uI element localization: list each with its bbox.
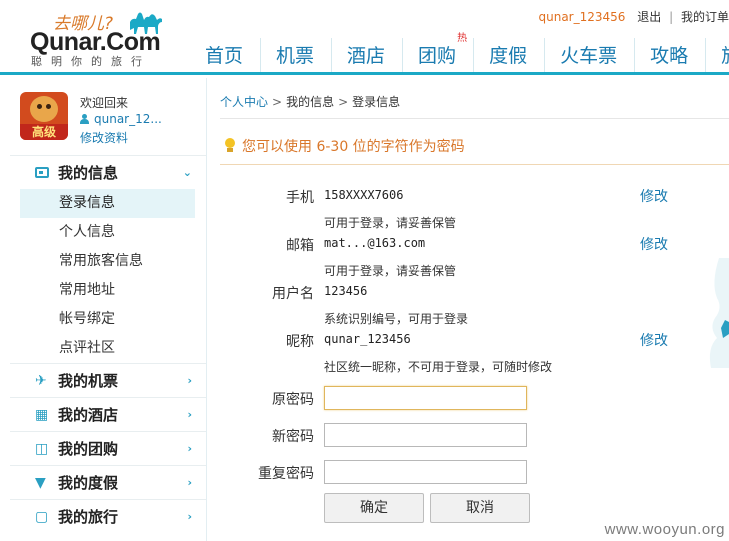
phone-note: 可用于登录，请妥善保管 [324,216,457,230]
username-value: 123456 [324,284,368,298]
main-content: 个人中心 > 我的信息 > 登录信息 您可以使用 6-30 位的字符作为密码 手机 15… [220,78,729,541]
nav-group-buy-label: 团购 [418,45,457,67]
old-password-label: 原密码 [272,392,314,408]
menu-my-group-buy[interactable]: ◫ 我的团购 › [10,431,206,465]
sidebar-username[interactable]: qunar_12... [80,112,162,126]
sidebar-username-label: qunar_12... [94,112,162,126]
page: { "header": { "logo_slogan": "去哪儿?", "lo… [0,0,729,541]
chevron-right-icon: › [187,476,192,489]
cancel-button[interactable]: 取消 [430,493,530,523]
menu-my-vacation[interactable]: ▼ 我的度假 › [10,465,206,499]
sidebar-item-account-binding[interactable]: 帐号绑定 [10,305,206,334]
nav-divider [0,72,729,75]
old-password-input[interactable] [324,386,527,410]
user-links: qunar_123456 退出 | 我的订单 [539,8,729,25]
lightbulb-icon [224,138,236,153]
breadcrumb-personal-center[interactable]: 个人中心 [220,95,268,109]
main-nav: 首页 机票 酒店 团购热 度假 火车票 攻略 旅 [190,33,729,74]
sidebar-item-reviews[interactable]: 点评社区 [10,334,206,363]
sidebar: 高级 欢迎回来 qunar_12... 修改资料 我的信息 ⌄ 登录信息 个人信… [10,78,207,541]
sidebar-item-login-info[interactable]: 登录信息 [20,189,195,218]
id-card-icon [35,167,49,178]
chevron-down-icon: ⌄ [182,166,192,179]
menu-my-trips-label: 我的旅行 [58,508,119,526]
email-value: mat...@163.com [324,236,426,250]
new-password-label: 新密码 [272,429,314,445]
nav-flights[interactable]: 机票 [260,38,331,74]
menu-my-info-label: 我的信息 [58,164,119,182]
avatar[interactable]: 高级 [20,92,68,140]
phone-label: 手机 [286,190,314,206]
menu-my-hotels-label: 我的酒店 [58,406,119,424]
nav-home[interactable]: 首页 [190,38,260,74]
chevron-right-icon: › [187,408,192,421]
menu-my-trips[interactable]: ▢ 我的旅行 › [10,499,206,533]
airplane-icon: ✈ [35,373,47,389]
repeat-password-input[interactable] [324,460,527,484]
username-label: 用户名 [272,286,314,302]
edit-phone-link[interactable]: 修改 [640,186,668,206]
divider [220,164,729,165]
building-icon: ▦ [35,407,49,423]
chevron-right-icon: › [187,374,192,387]
suitcase-icon: ▢ [35,509,49,525]
password-tip-text: 您可以使用 6-30 位的字符作为密码 [242,139,465,155]
nav-train[interactable]: 火车票 [544,38,634,74]
top-header: 去哪儿? Qunar.Com 聪明你的旅行 qunar_123456 退出 | … [0,0,729,75]
cocktail-icon: ▼ [35,475,46,491]
breadcrumb-separator: > [338,95,349,109]
header-username-link[interactable]: qunar_123456 [539,10,626,24]
hot-badge: 热 [457,33,468,44]
welcome-text: 欢迎回来 [80,96,129,110]
sidebar-item-frequent-travelers[interactable]: 常用旅客信息 [10,247,206,276]
chevron-right-icon: › [187,442,192,455]
avatar-eye [37,104,42,109]
edit-nickname-link[interactable]: 修改 [640,330,668,350]
nav-guides[interactable]: 攻略 [634,38,705,74]
decorative-map-icon [709,258,729,368]
nickname-label: 昵称 [286,334,314,350]
edit-profile-link[interactable]: 修改资料 [80,129,128,146]
separator: | [669,10,674,24]
breadcrumb: 个人中心 > 我的信息 > 登录信息 [220,93,400,110]
sidebar-item-personal-info[interactable]: 个人信息 [10,218,206,247]
menu-my-info[interactable]: 我的信息 ⌄ [10,155,206,189]
basket-icon: ◫ [35,441,49,457]
nav-group-buy[interactable]: 团购热 [402,33,473,74]
email-label: 邮箱 [286,238,314,254]
new-password-input[interactable] [324,423,527,447]
menu-my-flights-label: 我的机票 [58,372,119,390]
edit-email-link[interactable]: 修改 [640,234,668,254]
level-badge: 高级 [20,124,68,140]
nav-hotels[interactable]: 酒店 [331,38,402,74]
watermark: www.wooyun.org [604,521,725,538]
password-tip: 您可以使用 6-30 位的字符作为密码 [224,136,465,156]
divider [220,118,729,119]
nav-vacation[interactable]: 度假 [473,38,544,74]
email-note: 可用于登录，请妥善保管 [324,264,457,278]
confirm-button[interactable]: 确定 [324,493,424,523]
avatar-eye [46,104,51,109]
nav-travel[interactable]: 旅 [705,38,729,74]
chevron-right-icon: › [187,510,192,523]
avatar-face-icon [30,96,58,122]
nickname-value: qunar_123456 [324,332,411,346]
breadcrumb-current: 登录信息 [352,95,401,109]
menu-my-hotels[interactable]: ▦ 我的酒店 › [10,397,206,431]
menu-my-vacation-label: 我的度假 [58,474,119,492]
logout-link[interactable]: 退出 [637,10,661,24]
username-note: 系统识别编号，可用于登录 [324,312,469,326]
logo-subtitle: 聪明你的旅行 [31,55,151,68]
sidebar-item-addresses[interactable]: 常用地址 [10,276,206,305]
person-icon [80,114,89,124]
menu-my-flights[interactable]: ✈ 我的机票 › [10,363,206,397]
breadcrumb-separator: > [272,95,283,109]
my-orders-link[interactable]: 我的订单 [681,10,729,24]
nickname-note: 社区统一昵称，不可用于登录，可随时修改 [324,360,553,374]
repeat-password-label: 重复密码 [258,466,314,482]
breadcrumb-my-info[interactable]: 我的信息 [286,95,334,109]
profile-card: 高级 欢迎回来 qunar_12... 修改资料 [10,78,206,153]
menu-my-group-buy-label: 我的团购 [58,440,119,458]
phone-value: 158XXXX7606 [324,188,404,202]
